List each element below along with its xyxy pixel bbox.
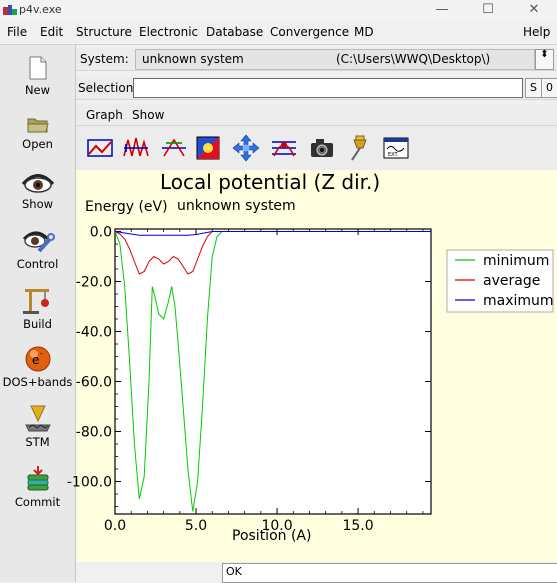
y-tick-label: -40.0 <box>76 325 112 341</box>
y-tick-label: -60.0 <box>76 375 112 391</box>
y-tick-label: -80.0 <box>76 425 112 441</box>
status-text: OK <box>226 565 242 578</box>
legend-label-average: average <box>483 273 540 289</box>
plot-frame <box>114 228 432 515</box>
x-tick-label: 0.0 <box>104 518 126 534</box>
x-tick-label: 5.0 <box>185 518 207 534</box>
status-bar: OK <box>76 562 557 583</box>
potential-chart: 0.0 -20.0 -40.0 -60.0 -80.0 -100.0 0.0 5.0 10.0 1… <box>67 225 554 535</box>
y-tick-label: -100.0 <box>67 475 112 491</box>
x-tick-label: 10.0 <box>261 518 292 534</box>
x-tick-label: 15.0 <box>342 518 373 534</box>
status-box: OK <box>222 563 557 583</box>
legend-label-maximum: maximum <box>483 293 554 309</box>
y-tick-label: -20.0 <box>76 275 112 291</box>
y-tick-label: 0.0 <box>90 225 112 241</box>
legend-label-minimum: minimum <box>483 253 549 269</box>
